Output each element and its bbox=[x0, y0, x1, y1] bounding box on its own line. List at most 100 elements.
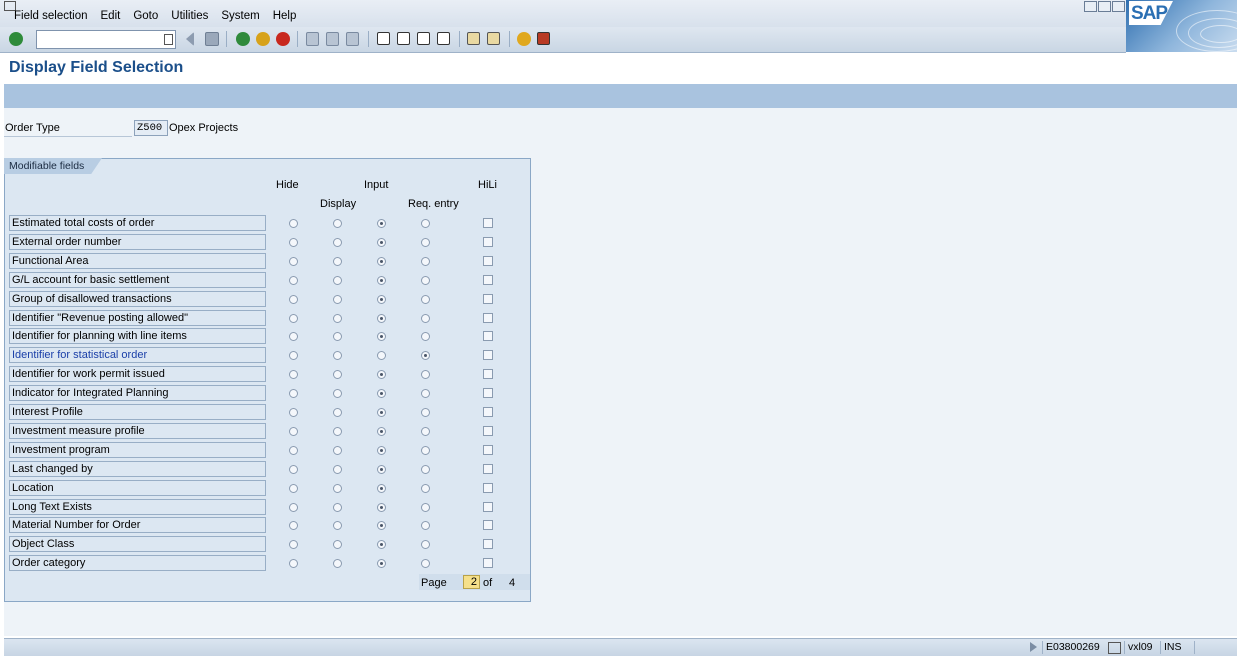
page-number-field[interactable]: 2 bbox=[463, 575, 480, 589]
radio-display[interactable] bbox=[333, 445, 342, 455]
hili-checkbox[interactable] bbox=[483, 331, 493, 342]
radio-hide[interactable] bbox=[289, 502, 298, 512]
radio-display[interactable] bbox=[333, 502, 342, 512]
radio-input[interactable] bbox=[377, 219, 386, 228]
radio-req[interactable] bbox=[421, 408, 430, 417]
radio-req[interactable] bbox=[421, 237, 430, 247]
command-dropdown-icon[interactable] bbox=[164, 34, 173, 45]
radio-hide[interactable] bbox=[289, 483, 298, 493]
radio-input[interactable] bbox=[377, 294, 386, 304]
hili-checkbox[interactable] bbox=[483, 463, 493, 474]
first-page-icon[interactable] bbox=[377, 32, 390, 45]
menu-help[interactable]: Help bbox=[273, 10, 297, 22]
radio-req[interactable] bbox=[421, 219, 430, 228]
radio-hide[interactable] bbox=[289, 256, 298, 266]
enter-check-icon[interactable] bbox=[9, 32, 23, 46]
radio-display[interactable] bbox=[333, 483, 342, 493]
hili-checkbox[interactable] bbox=[483, 539, 493, 550]
hili-checkbox[interactable] bbox=[483, 236, 493, 247]
menu-field-selection[interactable]: Field selection bbox=[14, 10, 88, 22]
hili-checkbox[interactable] bbox=[483, 444, 493, 455]
radio-hide[interactable] bbox=[289, 294, 298, 304]
radio-input[interactable] bbox=[377, 256, 386, 266]
field-label[interactable]: Identifier for statistical order bbox=[9, 347, 266, 364]
radio-hide[interactable] bbox=[289, 219, 298, 228]
radio-display[interactable] bbox=[333, 313, 342, 323]
print-icon[interactable] bbox=[306, 32, 319, 46]
radio-req[interactable] bbox=[421, 483, 430, 493]
status-expand-icon[interactable] bbox=[1030, 642, 1037, 652]
back-icon[interactable] bbox=[236, 32, 250, 46]
back-arrow-icon[interactable] bbox=[186, 32, 194, 46]
hili-checkbox[interactable] bbox=[483, 255, 493, 266]
radio-hide[interactable] bbox=[289, 408, 298, 417]
hili-checkbox[interactable] bbox=[483, 407, 493, 417]
hili-checkbox[interactable] bbox=[483, 312, 493, 323]
radio-display[interactable] bbox=[333, 256, 342, 266]
radio-display[interactable] bbox=[333, 408, 342, 417]
hili-checkbox[interactable] bbox=[483, 558, 493, 569]
radio-display[interactable] bbox=[333, 464, 342, 474]
radio-req[interactable] bbox=[421, 426, 430, 436]
radio-hide[interactable] bbox=[289, 313, 298, 323]
radio-hide[interactable] bbox=[289, 237, 298, 247]
radio-input[interactable] bbox=[377, 483, 386, 493]
radio-hide[interactable] bbox=[289, 426, 298, 436]
menu-system[interactable]: System bbox=[221, 10, 259, 22]
hili-checkbox[interactable] bbox=[483, 482, 493, 493]
radio-input[interactable] bbox=[377, 445, 386, 455]
hili-checkbox[interactable] bbox=[483, 350, 493, 361]
radio-req[interactable] bbox=[421, 464, 430, 474]
radio-display[interactable] bbox=[333, 275, 342, 285]
radio-display[interactable] bbox=[333, 294, 342, 304]
radio-req[interactable] bbox=[421, 294, 430, 304]
last-page-icon[interactable] bbox=[437, 32, 450, 45]
find-next-icon[interactable] bbox=[346, 32, 359, 46]
hili-checkbox[interactable] bbox=[483, 388, 493, 399]
shortcut-icon[interactable] bbox=[487, 32, 500, 45]
radio-input[interactable] bbox=[377, 464, 386, 474]
close-window-icon[interactable] bbox=[1112, 1, 1125, 12]
save-icon[interactable] bbox=[205, 32, 219, 46]
maximize-icon[interactable] bbox=[1098, 1, 1111, 12]
radio-hide[interactable] bbox=[289, 445, 298, 455]
hili-checkbox[interactable] bbox=[483, 218, 493, 228]
radio-hide[interactable] bbox=[289, 464, 298, 474]
radio-input[interactable] bbox=[377, 275, 386, 285]
radio-input[interactable] bbox=[377, 237, 386, 247]
system-info-icon[interactable] bbox=[1108, 642, 1121, 654]
radio-display[interactable] bbox=[333, 426, 342, 436]
radio-req[interactable] bbox=[421, 256, 430, 266]
menu-goto[interactable]: Goto bbox=[133, 10, 158, 22]
radio-input[interactable] bbox=[377, 313, 386, 323]
layout-menu-icon[interactable] bbox=[537, 32, 550, 45]
hili-checkbox[interactable] bbox=[483, 425, 493, 436]
radio-req[interactable] bbox=[421, 445, 430, 455]
radio-input[interactable] bbox=[377, 426, 386, 436]
radio-input[interactable] bbox=[377, 502, 386, 512]
exit-icon[interactable] bbox=[256, 32, 270, 46]
menu-edit[interactable]: Edit bbox=[101, 10, 121, 22]
radio-display[interactable] bbox=[333, 219, 342, 228]
command-field[interactable] bbox=[36, 30, 176, 49]
hili-checkbox[interactable] bbox=[483, 293, 493, 304]
hili-checkbox[interactable] bbox=[483, 369, 493, 380]
radio-req[interactable] bbox=[421, 313, 430, 323]
hili-checkbox[interactable] bbox=[483, 501, 493, 512]
find-icon[interactable] bbox=[326, 32, 339, 46]
radio-input[interactable] bbox=[377, 408, 386, 417]
menu-utilities[interactable]: Utilities bbox=[171, 10, 208, 22]
create-session-icon[interactable] bbox=[467, 32, 480, 45]
help-icon[interactable] bbox=[517, 32, 531, 46]
radio-req[interactable] bbox=[421, 502, 430, 512]
minimize-icon[interactable] bbox=[1084, 1, 1097, 12]
radio-display[interactable] bbox=[333, 237, 342, 247]
next-page-icon[interactable] bbox=[417, 32, 430, 45]
cancel-icon[interactable] bbox=[276, 32, 290, 46]
previous-page-icon[interactable] bbox=[397, 32, 410, 45]
hili-checkbox[interactable] bbox=[483, 274, 493, 285]
order-type-field[interactable]: Z500 bbox=[134, 120, 168, 136]
status-mode[interactable]: INS bbox=[1160, 641, 1185, 654]
hili-checkbox[interactable] bbox=[483, 520, 493, 531]
radio-hide[interactable] bbox=[289, 275, 298, 285]
